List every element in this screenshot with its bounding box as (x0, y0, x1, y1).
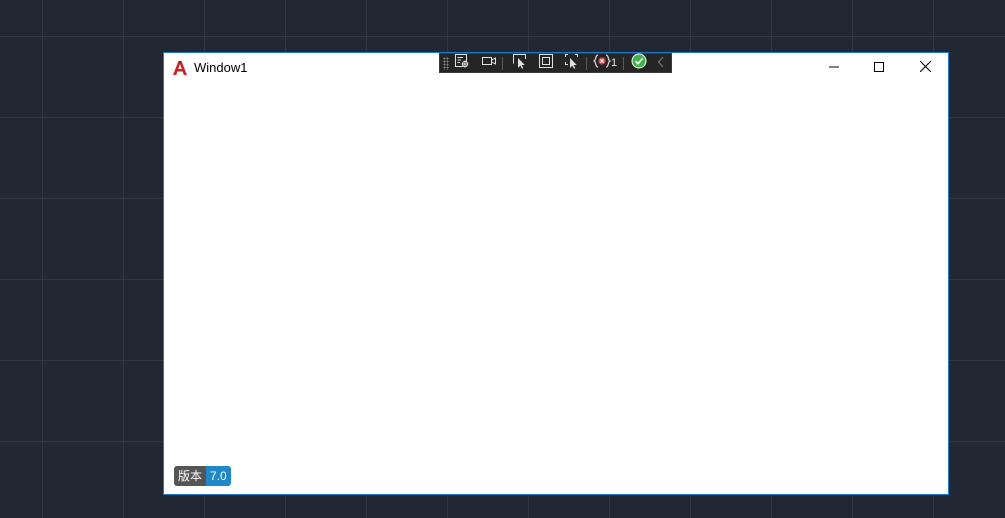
window-content (164, 83, 948, 494)
close-icon (919, 59, 931, 77)
minimize-button[interactable] (811, 53, 857, 83)
binding-failure-count: 1 (611, 57, 618, 69)
hot-reload-status-button[interactable] (629, 53, 649, 74)
maximize-icon (874, 59, 884, 77)
toolbar-separator (623, 57, 624, 70)
maximize-button[interactable] (856, 53, 902, 83)
toolbar-grip-handle[interactable] (443, 57, 449, 70)
xaml-dev-toolbar: 1 (439, 53, 672, 73)
minimize-icon (829, 59, 839, 77)
select-visual-tree-icon (454, 53, 470, 74)
display-layout-adorners-button[interactable] (536, 53, 556, 74)
select-visual-tree-button[interactable] (452, 53, 472, 74)
app-window: Window1 (163, 52, 949, 495)
binding-failures-icon (592, 53, 612, 74)
toolbar-separator (586, 57, 587, 70)
track-focused-element-icon (564, 53, 580, 74)
version-badge: 版本 7.0 (174, 466, 231, 486)
select-element-icon (512, 53, 528, 74)
hot-reload-ok-icon (631, 53, 647, 74)
select-element-button[interactable] (510, 53, 530, 74)
record-button[interactable] (479, 55, 499, 72)
version-badge-value: 7.0 (206, 466, 231, 486)
collapse-toolbar-icon (657, 55, 665, 73)
record-icon (481, 53, 497, 74)
toolbar-separator (502, 57, 503, 70)
autocad-a-icon (172, 60, 188, 76)
binding-failures-button[interactable] (592, 53, 612, 74)
collapse-toolbar-button[interactable] (653, 55, 669, 72)
window-title: Window1 (194, 60, 248, 75)
close-button[interactable] (902, 53, 948, 83)
track-focused-element-button[interactable] (562, 53, 582, 74)
version-badge-label: 版本 (174, 466, 207, 486)
display-layout-adorners-icon (538, 53, 554, 74)
